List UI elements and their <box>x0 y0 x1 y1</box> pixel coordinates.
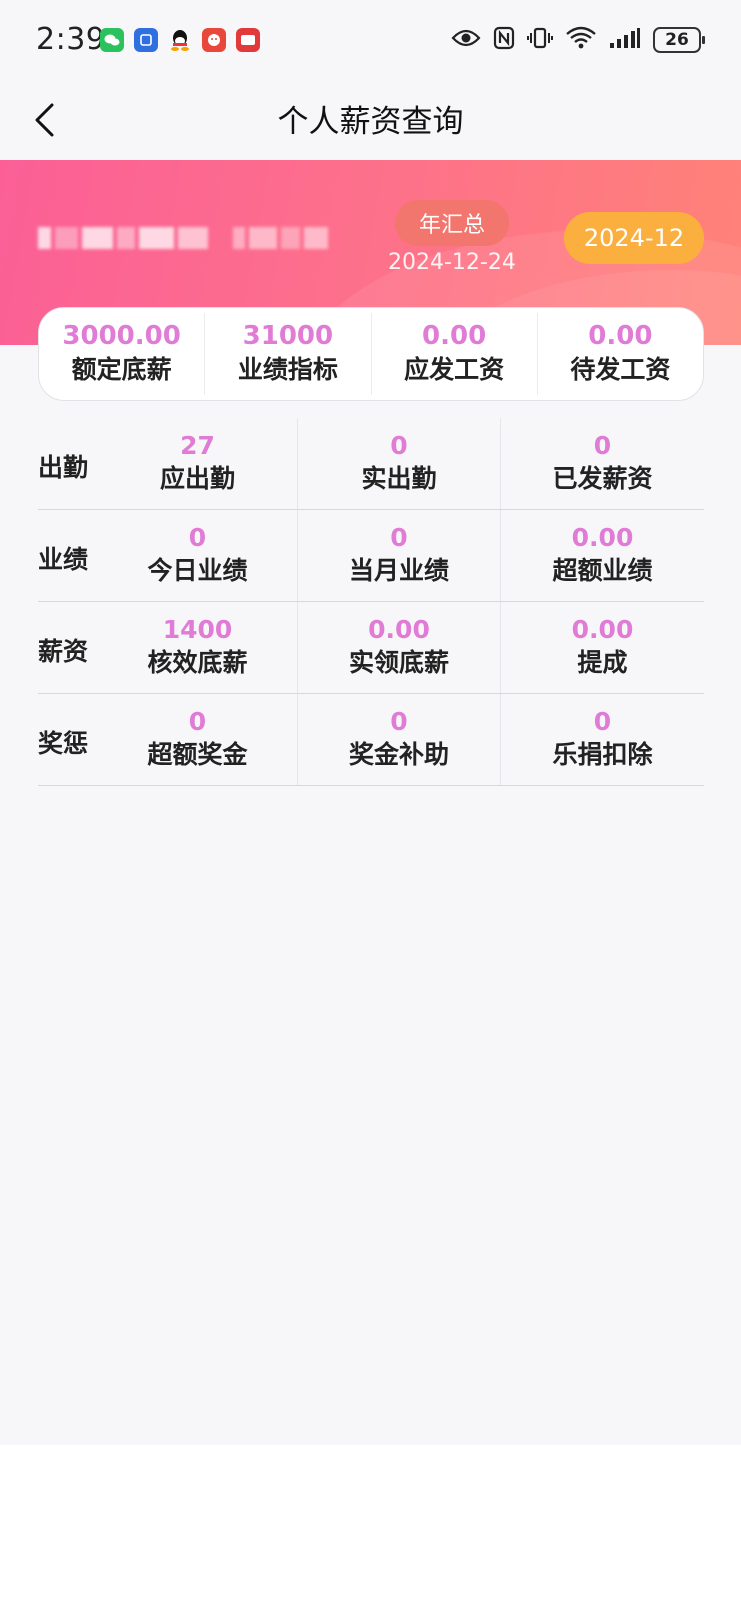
cell-label: 应出勤 <box>159 463 235 493</box>
system-icons: 26 <box>451 26 705 54</box>
summary-pending-wage: 0.00 待发工资 <box>538 313 703 395</box>
cell-value: 1400 <box>162 614 233 644</box>
battery-indicator: 26 <box>653 27 705 53</box>
row-heading: 业绩 <box>38 545 89 574</box>
summary-label: 应发工资 <box>404 355 505 384</box>
grid-cell: 0 当月业绩 <box>298 510 501 601</box>
cell-value: 0 <box>593 430 612 460</box>
cell-value: 27 <box>180 430 215 460</box>
cell-value: 0.00 <box>571 522 634 552</box>
current-date: 2024-12-24 <box>388 250 516 275</box>
cell-value: 0.00 <box>368 614 430 644</box>
grid-cell: 0 实出勤 <box>298 418 501 509</box>
summary-label: 待发工资 <box>570 355 671 384</box>
month-selector[interactable]: 2024-12 <box>564 212 704 264</box>
cell-value: 0 <box>593 706 612 736</box>
row-heading: 奖惩 <box>38 729 89 758</box>
grid-cell: 0.00 超额业绩 <box>501 510 704 601</box>
employee-name-redacted <box>38 220 328 256</box>
qq-icon <box>168 28 192 52</box>
app-blue-icon <box>134 28 158 52</box>
cell-label: 超额奖金 <box>147 739 248 769</box>
row-heading: 出勤 <box>38 453 89 482</box>
status-time: 2:39 <box>36 22 106 57</box>
nfc-icon <box>493 26 515 54</box>
grid-row-rewards-penalties: 奖惩 0 超额奖金 0 奖金补助 0 乐捐扣除 <box>38 694 704 786</box>
wechat-icon <box>100 28 124 52</box>
summary-label: 额定底薪 <box>71 355 172 384</box>
summary-label: 业绩指标 <box>237 355 338 384</box>
summary-value: 0.00 <box>422 321 487 351</box>
vibrate-icon <box>527 26 553 54</box>
grid-cell: 0.00 实领底薪 <box>298 602 501 693</box>
cell-value: 0 <box>390 522 408 552</box>
summary-value: 3000.00 <box>62 321 181 351</box>
cell-value: 0 <box>188 522 207 552</box>
summary-payable-wage: 0.00 应发工资 <box>372 313 538 395</box>
salary-screen: 2:39 26 个人薪资查询 年汇总 2024-12-24 2024-12 30… <box>0 0 741 1445</box>
row-heading: 薪资 <box>38 637 89 666</box>
cell-label: 今日业绩 <box>147 555 248 585</box>
cell-label: 核效底薪 <box>147 647 248 677</box>
summary-base-salary: 3000.00 额定底薪 <box>39 313 206 395</box>
summary-value: 0.00 <box>588 321 653 351</box>
cell-value: 0 <box>390 706 408 736</box>
cell-label: 已发薪资 <box>552 463 653 493</box>
cell-label: 超额业绩 <box>552 555 653 585</box>
tiger-app-icon <box>202 28 226 52</box>
cell-label: 提成 <box>577 647 628 677</box>
cell-value: 0 <box>390 430 408 460</box>
cell-label: 实出勤 <box>361 463 437 493</box>
nav-bar: 个人薪资查询 <box>0 80 741 160</box>
notification-icons <box>100 28 260 52</box>
grid-cell: 0 已发薪资 <box>501 418 704 509</box>
cell-value: 0.00 <box>571 614 634 644</box>
wifi-icon <box>565 26 597 54</box>
grid-cell: 0 奖金补助 <box>298 694 501 785</box>
grid-cell: 0 乐捐扣除 <box>501 694 704 785</box>
summary-value: 31000 <box>242 321 334 351</box>
cell-label: 奖金补助 <box>348 739 449 769</box>
grid-row-attendance: 出勤 27 应出勤 0 实出勤 0 已发薪资 <box>38 418 704 510</box>
year-summary-button[interactable]: 年汇总 <box>395 200 509 246</box>
mail-app-icon <box>236 28 260 52</box>
eye-icon <box>451 28 481 52</box>
cell-value: 0 <box>188 706 207 736</box>
signal-icon <box>609 27 641 53</box>
page-title: 个人薪资查询 <box>277 104 464 140</box>
cell-label: 当月业绩 <box>348 555 449 585</box>
summary-card: 3000.00 额定底薪 31000 业绩指标 0.00 应发工资 0.00 待… <box>38 307 704 401</box>
cell-label: 实领底薪 <box>348 647 449 677</box>
summary-performance-target: 31000 业绩指标 <box>205 313 372 395</box>
status-bar: 2:39 26 <box>0 0 741 80</box>
grid-row-salary: 薪资 1400 核效底薪 0.00 实领底薪 0.00 提成 <box>38 602 704 694</box>
cell-label: 乐捐扣除 <box>552 739 653 769</box>
grid-cell: 0.00 提成 <box>501 602 704 693</box>
grid-row-performance: 业绩 0 今日业绩 0 当月业绩 0.00 超额业绩 <box>38 510 704 602</box>
salary-detail-grid: 出勤 27 应出勤 0 实出勤 0 已发薪资 业绩 0 今日业绩 0 当月业绩 … <box>38 418 704 786</box>
